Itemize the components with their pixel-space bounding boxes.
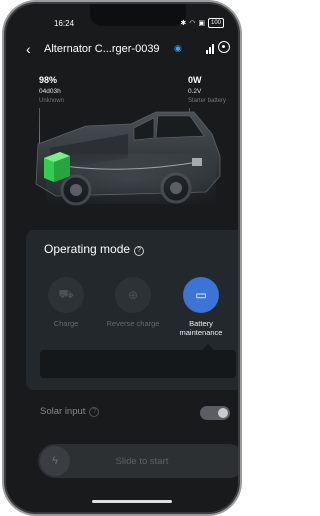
bluetooth-icon: ✱ <box>180 20 187 27</box>
signal-bars-icon[interactable] <box>206 44 214 54</box>
status-icons: ✱ ◠ ▣ 100 <box>180 18 224 28</box>
mode-reverse-charge[interactable]: ⊕ Reverse charge <box>103 277 163 328</box>
status-bar: 16:24 ✱ ◠ ▣ 100 <box>6 4 238 28</box>
battery-icon: 100 <box>207 18 224 28</box>
mode-reverse-label: Reverse charge <box>106 319 160 328</box>
starter-power: 0W <box>188 75 202 85</box>
solar-input-row: Solar input? <box>40 406 100 417</box>
device-title: Alternator C...rger-0039 <box>44 43 160 55</box>
operating-mode-panel: Operating mode? ⛟ Charge ⊕ Reverse charg… <box>26 230 238 390</box>
mode-battery-maintenance[interactable]: ▭ Battery maintenance <box>171 277 231 337</box>
sim-icon: ▣ <box>198 20 205 27</box>
starter-battery-stat: 0W 0.2V Starter battery <box>188 75 228 104</box>
battery-icon: ▭ <box>183 277 219 313</box>
status-time: 16:24 <box>54 19 75 28</box>
mode-charge[interactable]: ⛟ Charge <box>36 277 96 328</box>
operating-mode-label: Operating mode <box>44 242 131 256</box>
help-icon[interactable]: ? <box>134 246 145 256</box>
battery-percent: 98% <box>39 75 58 85</box>
starter-voltage: 0.2V <box>188 88 202 95</box>
wifi-icon: ◠ <box>189 20 196 27</box>
settings-gear-icon[interactable] <box>218 41 230 53</box>
truck-illustration <box>16 104 228 224</box>
operating-mode-title: Operating mode? <box>44 242 145 256</box>
app-header: ‹ Alternator C...rger-0039 ◉ <box>6 38 238 60</box>
car-icon: ⛟ <box>48 277 84 313</box>
battery-stat: 98% 04d03h Unknown <box>39 75 64 104</box>
slide-to-start-label: Slide to start <box>115 456 169 467</box>
battery-time: 04d03h <box>39 88 61 95</box>
back-arrow-icon[interactable]: ‹ <box>26 41 31 57</box>
mode-charge-label: Charge <box>53 319 79 328</box>
mode-description-box <box>40 350 236 378</box>
home-indicator[interactable] <box>92 500 172 503</box>
wifi-connection-icon: ◉ <box>174 43 182 53</box>
phone-frame: 16:24 ✱ ◠ ▣ 100 ‹ Alternator C...rger-00… <box>6 4 238 512</box>
solar-help-icon[interactable]: ? <box>89 407 100 417</box>
solar-input-toggle[interactable] <box>200 406 230 420</box>
solar-input-label: Solar input <box>40 406 86 417</box>
slide-to-start[interactable]: ϟ Slide to start <box>38 444 238 478</box>
truck-glow <box>46 154 216 204</box>
app-screen: 16:24 ✱ ◠ ▣ 100 ‹ Alternator C...rger-00… <box>6 4 238 512</box>
mode-battery-maintenance-label: Battery maintenance <box>179 319 223 337</box>
camera-notch <box>90 4 186 26</box>
reverse-charge-icon: ⊕ <box>115 277 151 313</box>
